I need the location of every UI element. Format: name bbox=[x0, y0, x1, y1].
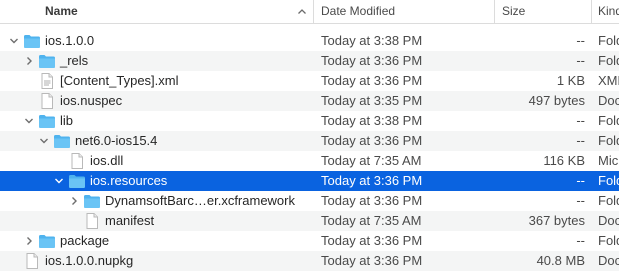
column-header-name[interactable]: Name bbox=[0, 0, 312, 23]
file-name: ios.1.0.0 bbox=[45, 33, 95, 48]
folder-icon bbox=[38, 113, 56, 129]
file-kind: Fold bbox=[598, 193, 619, 208]
file-size: 497 bytes bbox=[528, 93, 585, 108]
file-row[interactable]: package Today at 3:36 PM -- Fold bbox=[0, 231, 619, 251]
file-name: manifest bbox=[105, 213, 155, 228]
file-row[interactable]: _rels Today at 3:36 PM -- Fold bbox=[0, 51, 619, 71]
file-size: 1 KB bbox=[556, 73, 585, 88]
file-size: 40.8 MB bbox=[536, 253, 585, 268]
file-size: -- bbox=[576, 133, 585, 148]
file-name: DynamsoftBarc…er.xcframework bbox=[105, 193, 295, 208]
date-modified: Today at 3:35 PM bbox=[321, 93, 423, 108]
file-row[interactable]: ios.1.0.0 Today at 3:38 PM -- Fold bbox=[0, 31, 619, 51]
date-modified: Today at 3:36 PM bbox=[321, 173, 423, 188]
file-name: ios.resources bbox=[90, 173, 168, 188]
column-header-date-label: Date Modified bbox=[321, 4, 396, 18]
file-row-selected[interactable]: ios.resources Today at 3:36 PM -- Fold bbox=[0, 171, 619, 191]
file-row[interactable]: manifest Today at 7:35 AM 367 bytes Doc bbox=[0, 211, 619, 231]
folder-icon bbox=[38, 233, 56, 249]
column-header-kind-label: Kind bbox=[598, 4, 619, 18]
file-kind: Fold bbox=[598, 173, 619, 188]
file-kind: Doc bbox=[598, 213, 619, 228]
file-kind: Fold bbox=[598, 233, 619, 248]
file-name: lib bbox=[60, 113, 74, 128]
file-row[interactable]: net6.0-ios15.4 Today at 3:36 PM -- Fold bbox=[0, 131, 619, 151]
file-size: -- bbox=[576, 113, 585, 128]
file-size: -- bbox=[576, 53, 585, 68]
xml-file-icon bbox=[38, 73, 56, 89]
column-header-name-label: Name bbox=[45, 4, 78, 18]
file-kind: Micr bbox=[598, 153, 619, 168]
file-list: ios.1.0.0 Today at 3:38 PM -- Fold _rels Toda… bbox=[0, 31, 619, 271]
file-name: ios.dll bbox=[90, 153, 124, 168]
column-header-size[interactable]: Size bbox=[494, 0, 591, 23]
column-header-bar: Name Date Modified Size Kind bbox=[0, 0, 619, 24]
column-header-size-label: Size bbox=[502, 4, 526, 18]
document-icon bbox=[83, 213, 101, 229]
document-icon bbox=[23, 253, 41, 269]
column-header-kind[interactable]: Kind bbox=[591, 0, 619, 23]
folder-icon bbox=[68, 173, 86, 189]
file-size: -- bbox=[576, 33, 585, 48]
file-size: -- bbox=[576, 193, 585, 208]
date-modified: Today at 3:38 PM bbox=[321, 113, 423, 128]
sort-ascending-icon[interactable] bbox=[297, 0, 307, 32]
file-kind: Fold bbox=[598, 53, 619, 68]
file-size: -- bbox=[576, 233, 585, 248]
disclosure-collapsed-icon[interactable] bbox=[68, 191, 80, 211]
disclosure-expanded-icon[interactable] bbox=[38, 131, 50, 151]
file-kind: XML bbox=[598, 73, 619, 88]
file-name: _rels bbox=[60, 53, 89, 68]
document-icon bbox=[68, 153, 86, 169]
disclosure-expanded-icon[interactable] bbox=[23, 111, 35, 131]
column-header-date-modified[interactable]: Date Modified bbox=[313, 0, 494, 23]
file-row[interactable]: DynamsoftBarc…er.xcframework Today at 3:3… bbox=[0, 191, 619, 211]
disclosure-expanded-icon[interactable] bbox=[53, 171, 65, 191]
file-kind: Fold bbox=[598, 133, 619, 148]
file-name: ios.1.0.0.nupkg bbox=[45, 253, 134, 268]
file-size: 116 KB bbox=[543, 153, 585, 168]
disclosure-collapsed-icon[interactable] bbox=[23, 231, 35, 251]
date-modified: Today at 3:36 PM bbox=[321, 133, 423, 148]
disclosure-expanded-icon[interactable] bbox=[8, 31, 20, 51]
date-modified: Today at 3:36 PM bbox=[321, 53, 423, 68]
folder-icon bbox=[53, 133, 71, 149]
file-row[interactable]: ios.nuspec Today at 3:35 PM 497 bytes Doc bbox=[0, 91, 619, 111]
file-name: package bbox=[60, 233, 110, 248]
file-row[interactable]: ios.dll Today at 7:35 AM 116 KB Micr bbox=[0, 151, 619, 171]
file-name: ios.nuspec bbox=[60, 93, 123, 108]
file-kind: Fold bbox=[598, 33, 619, 48]
date-modified: Today at 7:35 AM bbox=[321, 153, 422, 168]
file-kind: Doc bbox=[598, 93, 619, 108]
date-modified: Today at 3:36 PM bbox=[321, 233, 423, 248]
date-modified: Today at 3:36 PM bbox=[321, 193, 423, 208]
file-size: -- bbox=[576, 173, 585, 188]
date-modified: Today at 7:35 AM bbox=[321, 213, 422, 228]
folder-icon bbox=[83, 193, 101, 209]
file-size: 367 bytes bbox=[528, 213, 585, 228]
file-row[interactable]: lib Today at 3:38 PM -- Fold bbox=[0, 111, 619, 131]
folder-icon bbox=[38, 53, 56, 69]
file-row[interactable]: [Content_Types].xml Today at 3:36 PM 1 KB X… bbox=[0, 71, 619, 91]
date-modified: Today at 3:38 PM bbox=[321, 33, 423, 48]
file-row[interactable]: ios.1.0.0.nupkg Today at 3:36 PM 40.8 MB Do… bbox=[0, 251, 619, 271]
file-name: net6.0-ios15.4 bbox=[75, 133, 158, 148]
document-icon bbox=[38, 93, 56, 109]
folder-icon bbox=[23, 33, 41, 49]
file-kind: Fold bbox=[598, 113, 619, 128]
file-kind: Doc bbox=[598, 253, 619, 268]
file-name: [Content_Types].xml bbox=[60, 73, 179, 88]
disclosure-collapsed-icon[interactable] bbox=[23, 51, 35, 71]
date-modified: Today at 3:36 PM bbox=[321, 73, 423, 88]
date-modified: Today at 3:36 PM bbox=[321, 253, 423, 268]
